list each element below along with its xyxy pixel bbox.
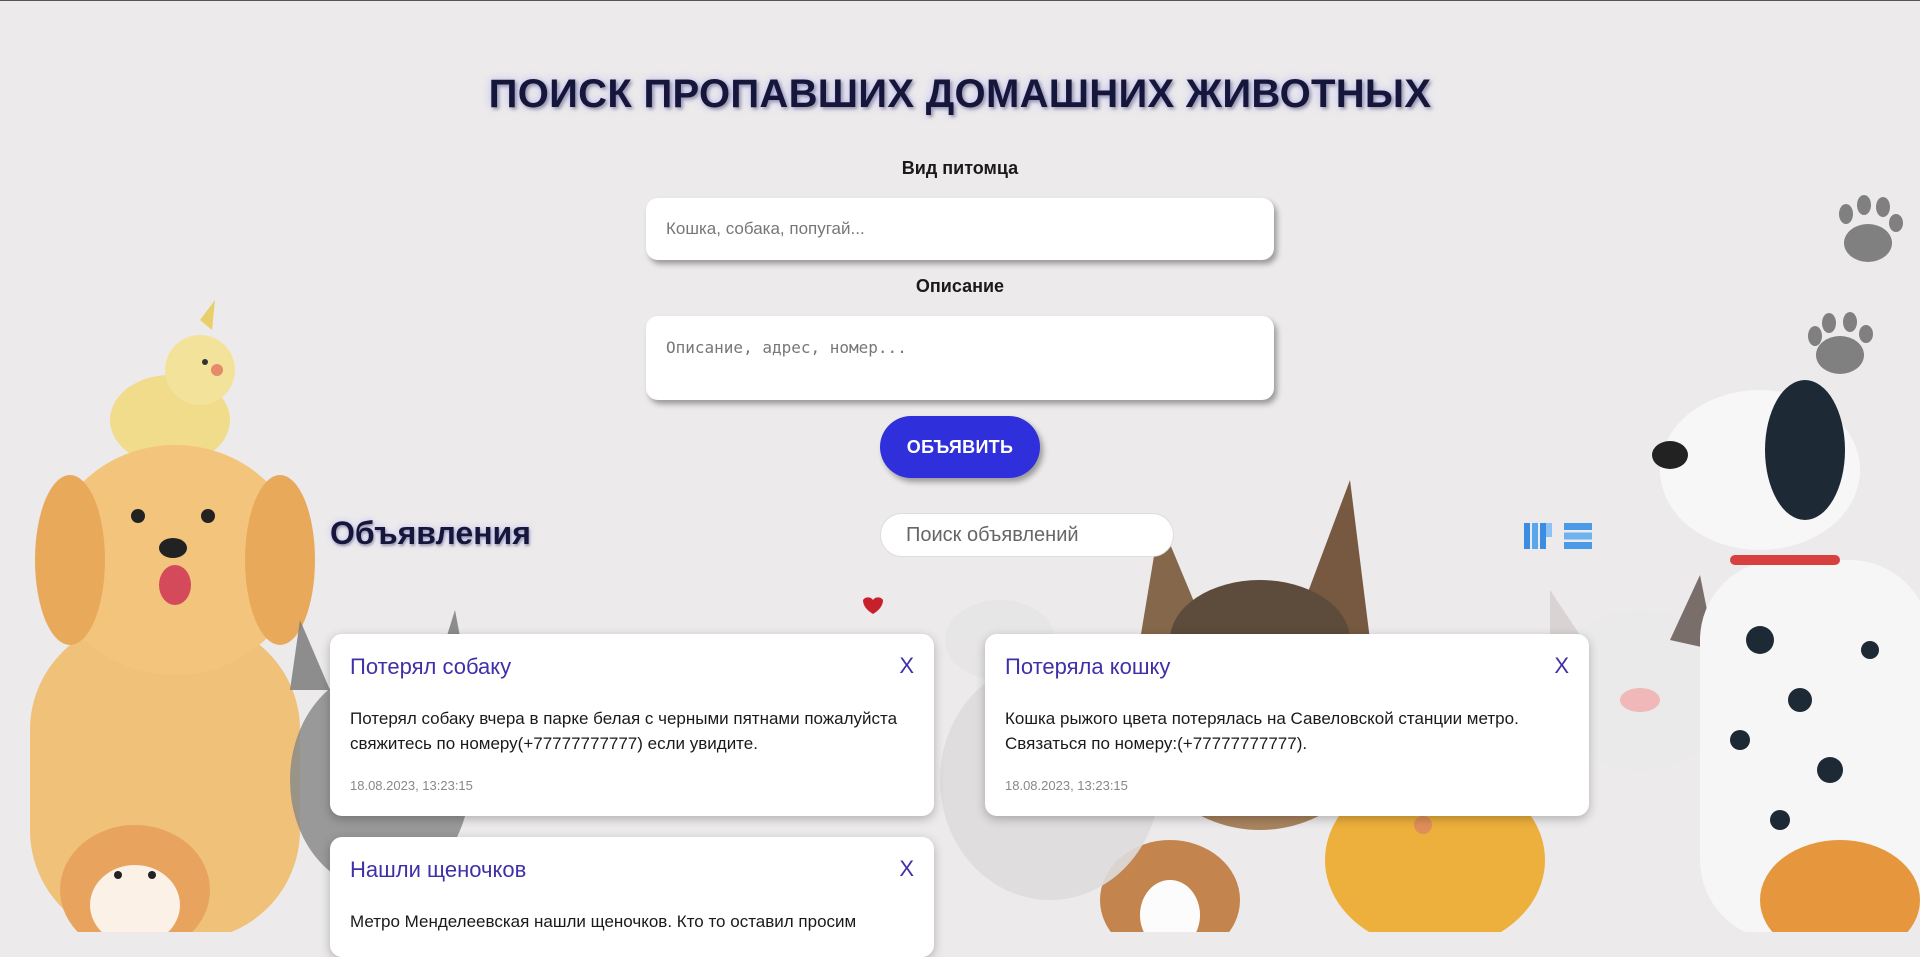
description-textarea[interactable] bbox=[646, 316, 1274, 400]
page-title: ПОИСК ПРОПАВШИХ ДОМАШНИХ ЖИВОТНЫХ bbox=[488, 72, 1432, 116]
listing-card-text: Потерял собаку вчера в парке белая с чер… bbox=[350, 709, 898, 753]
list-view-icon[interactable] bbox=[1564, 523, 1592, 549]
delete-card-button[interactable]: X bbox=[899, 856, 914, 882]
listing-card-date: 18.08.2023, 13:23:15 bbox=[350, 778, 473, 793]
description-label: Описание bbox=[915, 276, 1005, 296]
delete-card-button[interactable]: X bbox=[1554, 653, 1569, 679]
listing-card-text: Кошка рыжого цвета потерялась на Савелов… bbox=[1005, 709, 1519, 753]
submit-button[interactable]: ОБЪЯВИТЬ bbox=[880, 416, 1040, 478]
species-label: Вид питомца bbox=[901, 158, 1019, 178]
listing-card-text: Метро Менделеевская нашли щеночков. Кто … bbox=[350, 912, 857, 931]
listing-card: Потерял собаку X Потерял собаку вчера в … bbox=[330, 634, 934, 816]
listings-search-input[interactable] bbox=[880, 513, 1174, 557]
grid-view-icon[interactable] bbox=[1524, 523, 1552, 549]
top-border bbox=[0, 0, 1920, 1]
heart-icon bbox=[863, 597, 883, 614]
listings-title: Объявления bbox=[330, 515, 531, 551]
dalmatian-illustration bbox=[1652, 380, 1920, 932]
listing-card-title: Нашли щеночков bbox=[350, 857, 527, 882]
listing-card-title: Потеряла кошку bbox=[1005, 654, 1171, 679]
paw-print-icon bbox=[1839, 195, 1903, 262]
paw-print-icon bbox=[1808, 312, 1873, 374]
bird-illustration bbox=[110, 300, 235, 465]
listing-card: Нашли щеночков X Метро Менделеевская наш… bbox=[330, 837, 934, 957]
listing-card-title: Потерял собаку bbox=[350, 654, 512, 679]
listing-card-date: 18.08.2023, 13:23:15 bbox=[1005, 778, 1128, 793]
species-input[interactable] bbox=[646, 198, 1274, 260]
listing-card: Потеряла кошку X Кошка рыжого цвета поте… bbox=[985, 634, 1589, 816]
delete-card-button[interactable]: X bbox=[899, 653, 914, 679]
golden-dog-illustration bbox=[30, 445, 315, 932]
